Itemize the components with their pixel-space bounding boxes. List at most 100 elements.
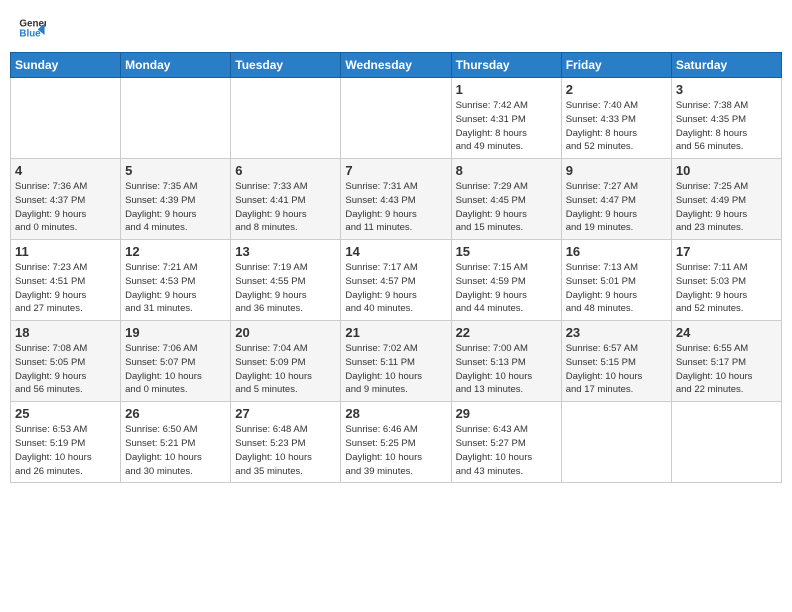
calendar-cell <box>671 402 781 483</box>
calendar-cell: 15 Sunrise: 7:15 AM Sunset: 4:59 PM Dayli… <box>451 240 561 321</box>
day-info: Sunrise: 7:33 AM Sunset: 4:41 PM Dayligh… <box>235 180 336 235</box>
day-number: 26 <box>125 406 226 421</box>
day-info: Sunrise: 7:25 AM Sunset: 4:49 PM Dayligh… <box>676 180 777 235</box>
day-number: 16 <box>566 244 667 259</box>
calendar-week-row: 25 Sunrise: 6:53 AM Sunset: 5:19 PM Dayli… <box>11 402 782 483</box>
calendar-cell: 29 Sunrise: 6:43 AM Sunset: 5:27 PM Dayli… <box>451 402 561 483</box>
day-number: 24 <box>676 325 777 340</box>
calendar-week-row: 1 Sunrise: 7:42 AM Sunset: 4:31 PM Daylig… <box>11 78 782 159</box>
day-number: 4 <box>15 163 116 178</box>
day-number: 5 <box>125 163 226 178</box>
day-number: 8 <box>456 163 557 178</box>
day-info: Sunrise: 7:17 AM Sunset: 4:57 PM Dayligh… <box>345 261 446 316</box>
calendar-cell: 6 Sunrise: 7:33 AM Sunset: 4:41 PM Daylig… <box>231 159 341 240</box>
calendar-week-row: 18 Sunrise: 7:08 AM Sunset: 5:05 PM Dayli… <box>11 321 782 402</box>
day-info: Sunrise: 7:11 AM Sunset: 5:03 PM Dayligh… <box>676 261 777 316</box>
day-number: 10 <box>676 163 777 178</box>
svg-text:Blue: Blue <box>19 28 41 39</box>
weekday-header-row: SundayMondayTuesdayWednesdayThursdayFrid… <box>11 53 782 78</box>
day-number: 7 <box>345 163 446 178</box>
day-info: Sunrise: 7:08 AM Sunset: 5:05 PM Dayligh… <box>15 342 116 397</box>
day-info: Sunrise: 7:31 AM Sunset: 4:43 PM Dayligh… <box>345 180 446 235</box>
day-number: 1 <box>456 82 557 97</box>
day-number: 19 <box>125 325 226 340</box>
calendar-cell <box>121 78 231 159</box>
day-info: Sunrise: 6:50 AM Sunset: 5:21 PM Dayligh… <box>125 423 226 478</box>
day-info: Sunrise: 6:57 AM Sunset: 5:15 PM Dayligh… <box>566 342 667 397</box>
logo-icon: General Blue <box>18 14 46 42</box>
calendar-week-row: 11 Sunrise: 7:23 AM Sunset: 4:51 PM Dayli… <box>11 240 782 321</box>
calendar-cell: 12 Sunrise: 7:21 AM Sunset: 4:53 PM Dayli… <box>121 240 231 321</box>
calendar-cell <box>561 402 671 483</box>
calendar-cell: 3Sunrise: 7:38 AM Sunset: 4:35 PM Daylig… <box>671 78 781 159</box>
day-number: 11 <box>15 244 116 259</box>
day-number: 15 <box>456 244 557 259</box>
calendar-cell: 18 Sunrise: 7:08 AM Sunset: 5:05 PM Dayli… <box>11 321 121 402</box>
day-number: 21 <box>345 325 446 340</box>
day-info: Sunrise: 7:42 AM Sunset: 4:31 PM Dayligh… <box>456 99 557 154</box>
calendar-cell: 22Sunrise: 7:00 AM Sunset: 5:13 PM Dayli… <box>451 321 561 402</box>
day-info: Sunrise: 7:40 AM Sunset: 4:33 PM Dayligh… <box>566 99 667 154</box>
day-info: Sunrise: 7:06 AM Sunset: 5:07 PM Dayligh… <box>125 342 226 397</box>
calendar-cell: 11 Sunrise: 7:23 AM Sunset: 4:51 PM Dayli… <box>11 240 121 321</box>
calendar-cell: 28Sunrise: 6:46 AM Sunset: 5:25 PM Dayli… <box>341 402 451 483</box>
day-info: Sunrise: 7:21 AM Sunset: 4:53 PM Dayligh… <box>125 261 226 316</box>
logo: General Blue <box>18 14 48 42</box>
day-info: Sunrise: 7:29 AM Sunset: 4:45 PM Dayligh… <box>456 180 557 235</box>
day-info: Sunrise: 7:02 AM Sunset: 5:11 PM Dayligh… <box>345 342 446 397</box>
calendar-cell: 7 Sunrise: 7:31 AM Sunset: 4:43 PM Daylig… <box>341 159 451 240</box>
day-number: 23 <box>566 325 667 340</box>
calendar-cell: 20 Sunrise: 7:04 AM Sunset: 5:09 PM Dayli… <box>231 321 341 402</box>
day-info: Sunrise: 7:13 AM Sunset: 5:01 PM Dayligh… <box>566 261 667 316</box>
day-info: Sunrise: 7:15 AM Sunset: 4:59 PM Dayligh… <box>456 261 557 316</box>
day-info: Sunrise: 7:38 AM Sunset: 4:35 PM Dayligh… <box>676 99 777 154</box>
day-number: 22 <box>456 325 557 340</box>
page-header: General Blue <box>10 10 782 46</box>
calendar-cell: 2Sunrise: 7:40 AM Sunset: 4:33 PM Daylig… <box>561 78 671 159</box>
day-number: 14 <box>345 244 446 259</box>
day-info: Sunrise: 7:04 AM Sunset: 5:09 PM Dayligh… <box>235 342 336 397</box>
calendar-cell: 23 Sunrise: 6:57 AM Sunset: 5:15 PM Dayli… <box>561 321 671 402</box>
day-info: Sunrise: 7:23 AM Sunset: 4:51 PM Dayligh… <box>15 261 116 316</box>
calendar-table: SundayMondayTuesdayWednesdayThursdayFrid… <box>10 52 782 483</box>
day-info: Sunrise: 6:46 AM Sunset: 5:25 PM Dayligh… <box>345 423 446 478</box>
day-number: 25 <box>15 406 116 421</box>
day-number: 6 <box>235 163 336 178</box>
weekday-header-cell: Tuesday <box>231 53 341 78</box>
calendar-cell: 1 Sunrise: 7:42 AM Sunset: 4:31 PM Daylig… <box>451 78 561 159</box>
weekday-header-cell: Monday <box>121 53 231 78</box>
calendar-cell: 13 Sunrise: 7:19 AM Sunset: 4:55 PM Dayli… <box>231 240 341 321</box>
calendar-cell: 16 Sunrise: 7:13 AM Sunset: 5:01 PM Dayli… <box>561 240 671 321</box>
calendar-cell: 19 Sunrise: 7:06 AM Sunset: 5:07 PM Dayli… <box>121 321 231 402</box>
calendar-cell <box>231 78 341 159</box>
calendar-cell: 5 Sunrise: 7:35 AM Sunset: 4:39 PM Daylig… <box>121 159 231 240</box>
calendar-week-row: 4 Sunrise: 7:36 AM Sunset: 4:37 PM Daylig… <box>11 159 782 240</box>
calendar-cell: 14 Sunrise: 7:17 AM Sunset: 4:57 PM Dayli… <box>341 240 451 321</box>
calendar-cell: 9 Sunrise: 7:27 AM Sunset: 4:47 PM Daylig… <box>561 159 671 240</box>
day-number: 9 <box>566 163 667 178</box>
day-number: 13 <box>235 244 336 259</box>
calendar-cell: 24Sunrise: 6:55 AM Sunset: 5:17 PM Dayli… <box>671 321 781 402</box>
calendar-cell: 8 Sunrise: 7:29 AM Sunset: 4:45 PM Daylig… <box>451 159 561 240</box>
calendar-cell: 21 Sunrise: 7:02 AM Sunset: 5:11 PM Dayli… <box>341 321 451 402</box>
weekday-header-cell: Saturday <box>671 53 781 78</box>
day-info: Sunrise: 6:43 AM Sunset: 5:27 PM Dayligh… <box>456 423 557 478</box>
day-number: 17 <box>676 244 777 259</box>
weekday-header-cell: Friday <box>561 53 671 78</box>
day-info: Sunrise: 7:36 AM Sunset: 4:37 PM Dayligh… <box>15 180 116 235</box>
calendar-cell: 4 Sunrise: 7:36 AM Sunset: 4:37 PM Daylig… <box>11 159 121 240</box>
day-info: Sunrise: 7:19 AM Sunset: 4:55 PM Dayligh… <box>235 261 336 316</box>
day-info: Sunrise: 6:53 AM Sunset: 5:19 PM Dayligh… <box>15 423 116 478</box>
day-number: 12 <box>125 244 226 259</box>
calendar-cell: 17 Sunrise: 7:11 AM Sunset: 5:03 PM Dayli… <box>671 240 781 321</box>
day-info: Sunrise: 7:35 AM Sunset: 4:39 PM Dayligh… <box>125 180 226 235</box>
day-info: Sunrise: 6:48 AM Sunset: 5:23 PM Dayligh… <box>235 423 336 478</box>
day-number: 29 <box>456 406 557 421</box>
weekday-header-cell: Thursday <box>451 53 561 78</box>
day-number: 27 <box>235 406 336 421</box>
day-number: 18 <box>15 325 116 340</box>
day-number: 20 <box>235 325 336 340</box>
calendar-cell: 10 Sunrise: 7:25 AM Sunset: 4:49 PM Dayli… <box>671 159 781 240</box>
day-info: Sunrise: 7:27 AM Sunset: 4:47 PM Dayligh… <box>566 180 667 235</box>
calendar-cell: 26 Sunrise: 6:50 AM Sunset: 5:21 PM Dayli… <box>121 402 231 483</box>
